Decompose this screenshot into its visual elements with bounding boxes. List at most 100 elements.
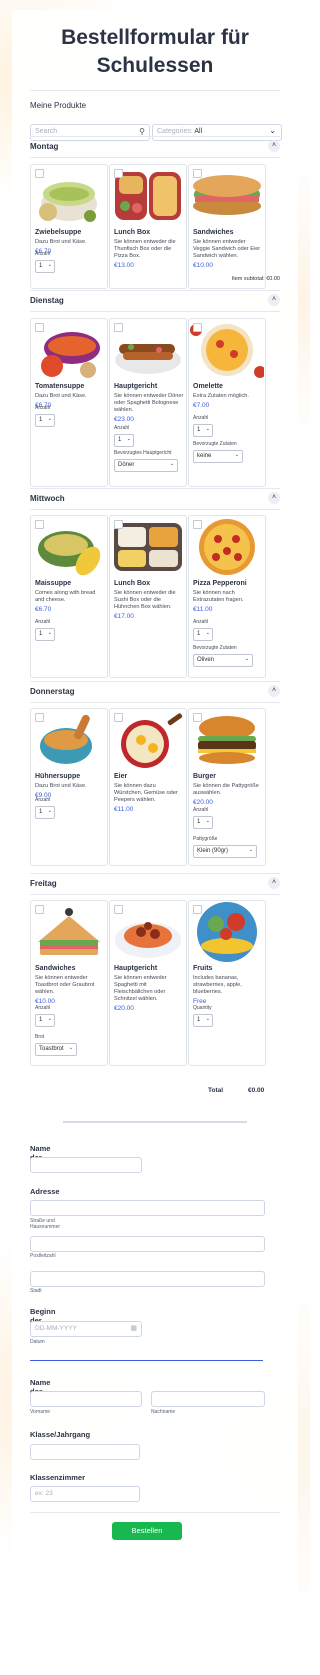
quantity-select[interactable]: 1 ⌄ [114,434,134,447]
room-input[interactable]: ex: 23 [30,1486,140,1502]
room-label: Klassenzimmer [30,1473,86,1482]
chevron-up-icon[interactable]: ˄ [268,140,280,152]
select-checkbox[interactable] [193,520,202,529]
zip-input[interactable] [30,1236,265,1252]
chevron-down-icon: ⌄ [47,416,52,422]
day-section-header[interactable]: Dienstag ˄ [30,294,280,308]
chevron-down-icon: ⌄ [47,808,52,814]
first-name-input[interactable] [30,1391,142,1407]
product-card[interactable]: Lunch Box Sie können entweder die Thunfis… [109,164,187,289]
product-price: €11.00 [193,606,213,613]
day-section-header[interactable]: Freitag ˄ [30,877,280,891]
chevron-down-icon: ⌄ [47,1016,52,1022]
day-name: Dienstag [30,296,64,305]
select-checkbox[interactable] [114,169,123,178]
city-input[interactable] [30,1271,265,1287]
categories-select[interactable]: Categories: All ⌄ [152,124,282,141]
product-name: Lunch Box [114,580,151,587]
quantity-select[interactable]: 1 ⌄ [35,806,55,819]
calendar-icon[interactable]: ▦ [130,1324,137,1332]
product-price: €13.00 [114,262,134,269]
product-card[interactable]: Lunch Box Sie können entweder die Sushi B… [109,515,187,678]
search-input[interactable]: Search ⚲ [30,124,150,141]
submit-button[interactable]: Bestellen [112,1522,182,1540]
option-label: Bevorzugte Zutaten [193,441,237,447]
option-value: Toastbrot [39,1046,64,1052]
school-input[interactable] [30,1157,142,1173]
product-card[interactable]: Maissuppe Comes along with bread and chee… [30,515,108,678]
day-section-header[interactable]: Mittwoch ˄ [30,492,280,506]
date-sublabel: Datum [30,1339,45,1345]
quantity-value: 1 [197,631,201,637]
product-card[interactable]: Hühnersuppe Dazu Brot und Käse. €9.00 Anzah… [30,708,108,866]
quantity-select[interactable]: 1 ⌄ [193,816,213,829]
product-card[interactable]: Zwiebelsuppe Dazu Brot und Käse. €6.70 Anza… [30,164,108,289]
title-line-1: Bestellformular für [61,26,249,49]
product-card[interactable]: Tomatensuppe Dazu Brot und Käse. €6.70 Anza… [30,318,108,487]
option-value: Döner [118,462,135,468]
select-checkbox[interactable] [114,905,123,914]
quantity-select[interactable]: 1 ⌄ [193,424,213,437]
street-sublabel: Straße und Hausnummer [30,1218,61,1230]
chevron-up-icon[interactable]: ˄ [268,492,280,504]
option-value: Oliven [197,657,215,663]
address-label: Adresse [30,1187,60,1196]
product-card[interactable]: Hauptgericht Sie können entweder Döner od… [109,318,187,487]
chevron-up-icon[interactable]: ˄ [268,685,280,697]
product-card[interactable]: Pizza Pepperoni Sie können nach Extrazuta… [188,515,266,678]
quantity-select[interactable]: 1 ⌄ [35,1014,55,1027]
day-section-header[interactable]: Donnerstag ˄ [30,685,280,699]
total-label: Total [208,1087,224,1094]
product-card[interactable]: Sandwiches Sie können entweder Veggie San… [188,164,266,289]
select-checkbox[interactable] [114,323,123,332]
option-select[interactable]: Toastbrot ⌄ [35,1043,77,1056]
quantity-label: Anzahl [193,415,209,421]
select-checkbox[interactable] [114,713,123,722]
quantity-select[interactable]: 1 ⌄ [35,414,55,427]
select-checkbox[interactable] [193,905,202,914]
quantity-select[interactable]: 1 ⌄ [193,1014,213,1027]
quantity-select[interactable]: 1 ⌄ [193,628,213,641]
product-name: Fruits [193,965,213,972]
select-checkbox[interactable] [193,713,202,722]
product-card[interactable]: Eier Sie können dazu Würstchen, Gemüse od… [109,708,187,866]
select-checkbox[interactable] [35,323,44,332]
select-checkbox[interactable] [114,520,123,529]
option-label: Bevorzugtes Hauptgericht [114,450,172,456]
product-card[interactable]: Sandwiches Sie können entweder Toastbrot … [30,900,108,1066]
chevron-down-icon: ⌄ [68,1045,73,1051]
option-select[interactable]: Klein (90gr) ⌄ [193,845,257,858]
product-description: Sie können dazu Würstchen, Gemüse oder P… [114,783,178,803]
quantity-value: 1 [197,427,201,433]
select-checkbox[interactable] [35,169,44,178]
option-select[interactable]: Oliven ⌄ [193,654,253,667]
section-divider [63,1121,247,1123]
select-checkbox[interactable] [35,905,44,914]
quantity-label: Anzahl [193,807,209,813]
chevron-down-icon: ⌄ [244,656,249,662]
quantity-select[interactable]: 1 ⌄ [35,260,55,273]
product-description: Sie können die Pattygröße auswählen. [193,783,259,796]
date-input[interactable]: DD-MM-YYYY ▦ [30,1321,142,1337]
select-checkbox[interactable] [35,520,44,529]
class-input[interactable] [30,1444,140,1460]
day-section-header[interactable]: Montag ˄ [30,140,280,154]
quantity-select[interactable]: 1 ⌄ [35,628,55,641]
option-select[interactable]: keine ⌄ [193,450,243,463]
total-value: €0.00 [248,1087,265,1094]
chevron-up-icon[interactable]: ˄ [268,877,280,889]
street-input[interactable] [30,1200,265,1216]
select-checkbox[interactable] [35,713,44,722]
product-card[interactable]: Burger Sie können die Pattygröße auswähle… [188,708,266,866]
product-description: Sie können nach Extrazutaten fragen. [193,590,244,603]
product-card[interactable]: Omelette Extra Zutaten möglich. €7.00 Anzah… [188,318,266,487]
chevron-up-icon[interactable]: ˄ [268,294,280,306]
select-checkbox[interactable] [193,323,202,332]
product-card[interactable]: Hauptgericht Sie können entweder Spaghett… [109,900,187,1066]
last-name-input[interactable] [151,1391,265,1407]
select-checkbox[interactable] [193,169,202,178]
product-card[interactable]: Fruits Includes bananas, strawberries, ap… [188,900,266,1066]
option-select[interactable]: Döner ⌄ [114,459,178,472]
product-description: Dazu Brot und Käse. [35,239,87,245]
option-label: Pattygröße [193,836,218,842]
